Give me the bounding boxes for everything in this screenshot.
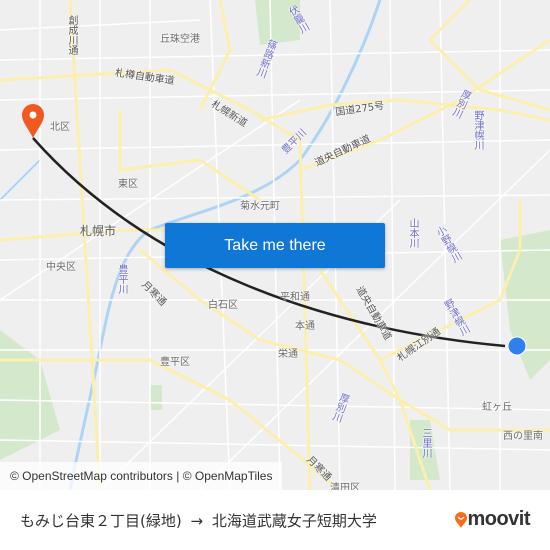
river-label: 山本川 [407, 218, 418, 248]
river [0, 159, 41, 201]
street-label: 本通 [295, 321, 315, 332]
district-label: 中央区 [46, 262, 76, 273]
place-label: 虹ヶ丘 [482, 402, 512, 413]
district-label: 北区 [50, 122, 70, 133]
river-label: 三里川 [420, 428, 431, 458]
district-label: 清田区 [330, 483, 360, 490]
district-label: 豊平区 [160, 357, 190, 368]
place-label: 菊水元町 [240, 201, 280, 212]
moovit-wordmark: moovit [467, 508, 530, 530]
river-label: 野津幌川 [472, 110, 483, 150]
street-label: 平和通 [280, 292, 310, 303]
origin-marker [507, 336, 527, 356]
road-275 [259, 98, 550, 122]
origin-name: もみじ台東２丁目(緑地) [20, 511, 182, 530]
city-label: 札幌市 [80, 224, 117, 238]
park-area [500, 230, 550, 380]
road-atsubetsu [379, 200, 522, 362]
park-area [150, 385, 162, 410]
moovit-logo: moovit [455, 508, 530, 531]
place-label: 西の里南 [503, 431, 543, 442]
map[interactable]: 北区 東区 札幌市 中央区 白石区 豊平区 清田区 丘珠空港 菊水元町 平和通 … [0, 0, 550, 490]
arrow-right-icon: → [190, 511, 204, 530]
district-label: 東区 [118, 179, 138, 190]
route-summary: もみじ台東２丁目(緑地) → 北海道武蔵女子短期大学 [20, 510, 377, 531]
place-label: 丘珠空港 [160, 34, 200, 45]
map-attribution[interactable]: © OpenStreetMap contributors | © OpenMap… [0, 462, 283, 490]
road [428, 0, 550, 112]
road-label: 創成川通 [66, 15, 77, 55]
moovit-pin-icon [455, 511, 468, 528]
destination-name: 北海道武蔵女子短期大学 [211, 511, 377, 530]
take-me-there-button[interactable]: Take me there [165, 223, 385, 268]
street-label: 栄通 [278, 349, 298, 360]
district-label: 白石区 [208, 300, 238, 311]
river-label: 豊平川 [116, 264, 127, 294]
